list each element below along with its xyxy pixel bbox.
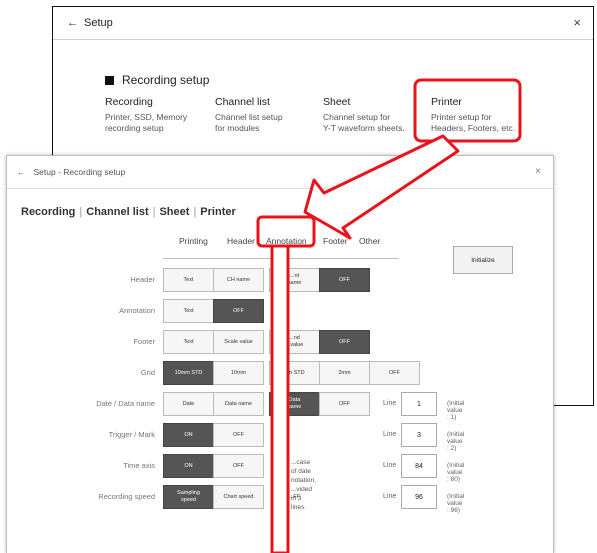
date-button[interactable]: Date (163, 392, 214, 416)
header-off-button[interactable]: OFF (319, 268, 370, 292)
crumb-channel-list[interactable]: Channel list (86, 206, 148, 218)
time-axis-line-input[interactable]: 84 (401, 454, 437, 478)
sheet-heading: Sheet (323, 96, 351, 108)
printer-desc: Printer setup for Headers, Footers, etc. (431, 112, 516, 133)
square-bullet-icon (105, 75, 114, 85)
recording-desc: Printer, SSD, Memory recording setup (105, 112, 188, 133)
back-arrow-icon[interactable]: ← (67, 17, 78, 29)
time-axis-initial-value: (Initial value : 80) (447, 462, 465, 483)
recording-heading: Recording (105, 96, 153, 108)
channel-list-desc: Channel list setup for modules (215, 112, 283, 133)
trigger-line-input[interactable]: 3 (401, 423, 437, 447)
tab-header[interactable]: Header (227, 236, 255, 246)
annotation-off-button[interactable]: OFF (213, 299, 264, 323)
footer-label: Footer (133, 337, 155, 346)
time-axis-label: Time axis (123, 461, 155, 470)
speed-off-button[interactable]: ...FF (269, 485, 320, 509)
time-axis-on-button[interactable]: ON (163, 454, 214, 478)
sheet-link[interactable]: Sheet Channel setup for Y-T waveform shee… (323, 96, 405, 134)
recording-link[interactable]: Recording Printer, SSD, Memory recording … (105, 96, 187, 134)
recording-setup-title: Setup - Recording setup (33, 167, 126, 177)
footer-text-button[interactable]: Text (163, 330, 214, 354)
trigger-line-label: Line (383, 431, 397, 438)
grid-10mm-std-button[interactable]: 10mm STD (163, 361, 214, 385)
trigger-initial-value: (Initial value : 2) (447, 431, 465, 452)
header-text-button[interactable]: Text (163, 268, 214, 292)
date-off-button[interactable]: OFF (319, 392, 370, 416)
date-line-label: Line (383, 400, 397, 407)
breadcrumb: Recording | Channel list | Sheet | Printer (21, 206, 236, 218)
annotation-label: Annotation (119, 306, 155, 315)
crumb-recording[interactable]: Recording (21, 206, 75, 218)
crumb-sheet[interactable]: Sheet (159, 206, 189, 218)
close-icon[interactable]: × (573, 15, 581, 30)
recording-setup-window: ← Setup - Recording setup × Recording | Ch… (6, 155, 554, 553)
section-title: Recording setup (122, 73, 210, 87)
back-arrow-icon[interactable]: ← (17, 167, 26, 177)
recording-setup-title-bar: ← Setup - Recording setup × (7, 156, 553, 189)
date-line-input[interactable]: 1 (401, 392, 437, 416)
trigger-label: Trigger / Mark (108, 430, 155, 439)
tab-other[interactable]: Other (359, 236, 380, 246)
close-icon[interactable]: × (535, 166, 541, 177)
tab-annotation[interactable]: Annotation (266, 236, 307, 246)
printer-link[interactable]: Printer Printer setup for Headers, Footer… (431, 96, 515, 134)
recording-setup-section: Recording setup (105, 73, 209, 87)
grid-2mm-button[interactable]: 2mm (319, 361, 370, 385)
header-print-name-button[interactable]: ...nt name (269, 268, 320, 292)
setup-title-bar: ← Setup × (53, 7, 593, 40)
crumb-printer[interactable]: Printer (200, 206, 235, 218)
grid-std-button[interactable]: ...n STD (269, 361, 320, 385)
grid-off-button[interactable]: OFF (369, 361, 420, 385)
tab-footer[interactable]: Footer (323, 236, 348, 246)
header-ch-name-button[interactable]: CH name (213, 268, 264, 292)
initialize-button[interactable]: Initialize (453, 246, 513, 274)
setup-title: Setup (84, 17, 113, 29)
header-label: Header (130, 275, 155, 284)
channel-list-heading: Channel list (215, 96, 270, 108)
trigger-on-button[interactable]: ON (163, 423, 214, 447)
time-axis-line-label: Line (383, 462, 397, 469)
footer-off-button[interactable]: OFF (319, 330, 370, 354)
annotation-text-button[interactable]: Text (163, 299, 214, 323)
grid-10mm-button[interactable]: 10mm (213, 361, 264, 385)
chart-speed-button[interactable]: Chart speed (213, 485, 264, 509)
channel-list-link[interactable]: Channel list Channel list setup for modul… (215, 96, 283, 134)
grid-label: Grid (140, 368, 155, 377)
date-data-name-button[interactable]: Data name (269, 392, 320, 416)
footer-scale-value-button[interactable]: Scale value (213, 330, 264, 354)
speed-line-input[interactable]: 96 (401, 485, 437, 509)
sheet-desc: Channel setup for Y-T waveform sheets. (323, 112, 405, 133)
speed-line-label: Line (383, 493, 397, 500)
time-axis-off-button[interactable]: OFF (213, 454, 264, 478)
date-initial-value: (Initial value : 1) (447, 400, 465, 421)
tab-bar: Printing Header Annotation Footer Other (163, 236, 399, 259)
data-name-button[interactable]: Data name (213, 392, 264, 416)
printer-heading: Printer (431, 96, 462, 108)
recording-speed-label: Recording speed (98, 492, 155, 501)
speed-initial-value: (Initial value : 96) (447, 493, 465, 514)
tab-printing[interactable]: Printing (179, 236, 208, 246)
trigger-off-button[interactable]: OFF (213, 423, 264, 447)
date-label: Date / Data name (96, 399, 155, 408)
footer-and-value-button[interactable]: ...nd ...value (269, 330, 320, 354)
sampling-speed-button[interactable]: Sampling speed (163, 485, 214, 509)
